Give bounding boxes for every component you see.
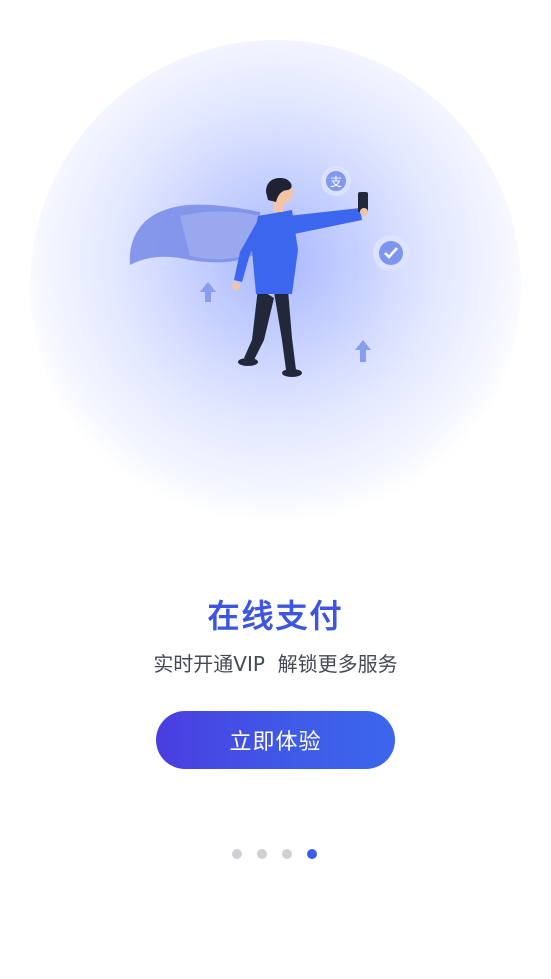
- hero-illustration: 支: [30, 40, 521, 531]
- pagination-dot-2[interactable]: [257, 849, 267, 859]
- page-title: 在线支付: [207, 597, 344, 635]
- try-now-button[interactable]: 立即体验: [156, 711, 395, 769]
- pagination-dot-1[interactable]: [232, 849, 242, 859]
- wechat-pay-icon: [373, 235, 409, 271]
- pagination-dot-4-active[interactable]: [307, 849, 317, 859]
- svg-text:支: 支: [330, 175, 342, 189]
- superhero-illustration: 支: [129, 166, 409, 377]
- pagination-dots: [232, 849, 322, 859]
- alipay-icon: 支: [321, 166, 351, 196]
- pagination-dot-3[interactable]: [282, 849, 292, 859]
- page-subtitle: 实时开通VIP 解锁更多服务: [153, 652, 398, 676]
